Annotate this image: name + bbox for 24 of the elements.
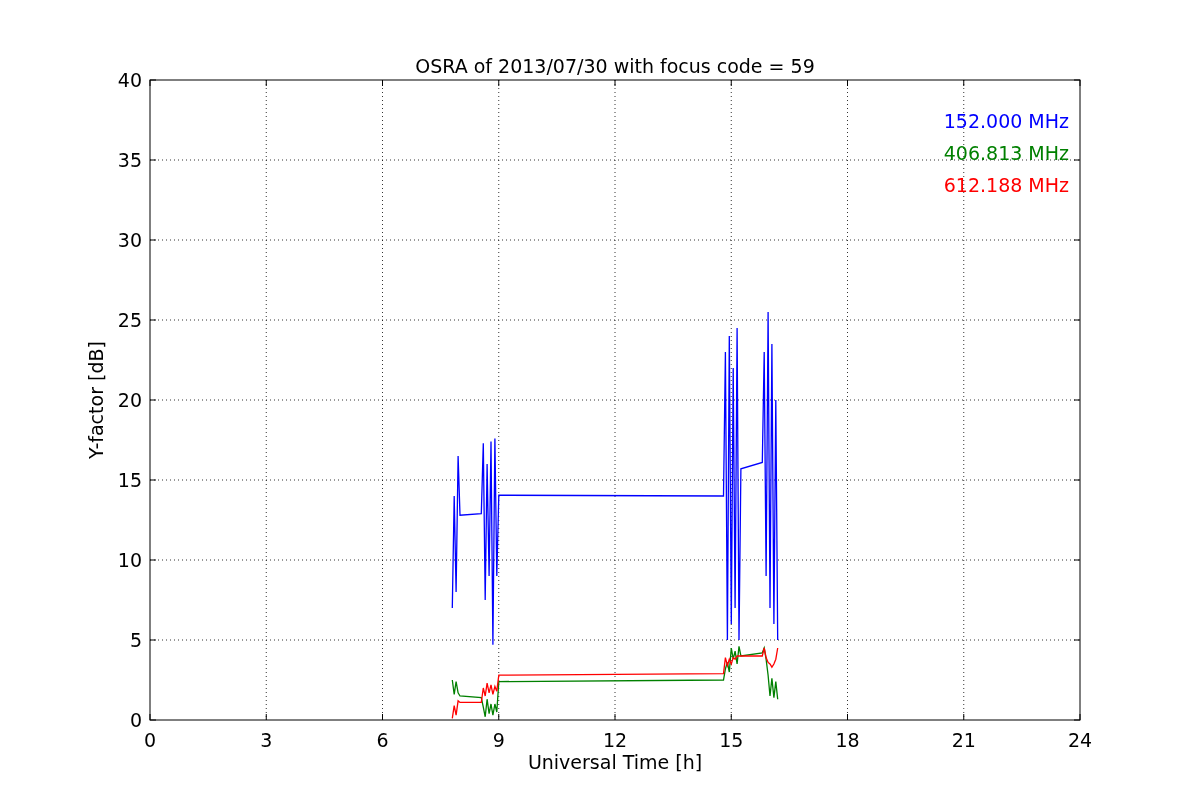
- y-tick-label: 30: [117, 229, 142, 251]
- x-tick-label: 15: [719, 729, 744, 751]
- x-tick-label: 18: [835, 729, 860, 751]
- y-tick-label: 10: [117, 549, 142, 571]
- y-tick-label: 0: [129, 709, 142, 731]
- x-tick-label: 21: [951, 729, 976, 751]
- y-tick-label: 20: [117, 389, 142, 411]
- x-tick-label: 3: [260, 729, 273, 751]
- chart-title: OSRA of 2013/07/30 with focus code = 59: [415, 55, 815, 77]
- y-tick-label: 5: [129, 629, 142, 651]
- legend-label: 152.000 MHz: [943, 110, 1069, 132]
- x-tick-label: 9: [492, 729, 505, 751]
- legend-label: 612.188 MHz: [943, 174, 1069, 196]
- x-tick-label: 12: [602, 729, 628, 751]
- x-axis-label: Universal Time [h]: [527, 751, 703, 773]
- x-tick-label: 24: [1067, 729, 1093, 751]
- y-tick-label: 15: [117, 469, 142, 491]
- y-tick-label: 25: [117, 309, 142, 331]
- legend-label: 406.813 MHz: [943, 142, 1069, 164]
- y-tick-label: 40: [117, 69, 142, 91]
- x-tick-label: 6: [376, 729, 389, 751]
- x-tick-label: 0: [143, 729, 157, 751]
- y-axis-label: Y-factor [dB]: [85, 341, 107, 459]
- y-tick-label: 35: [117, 149, 142, 171]
